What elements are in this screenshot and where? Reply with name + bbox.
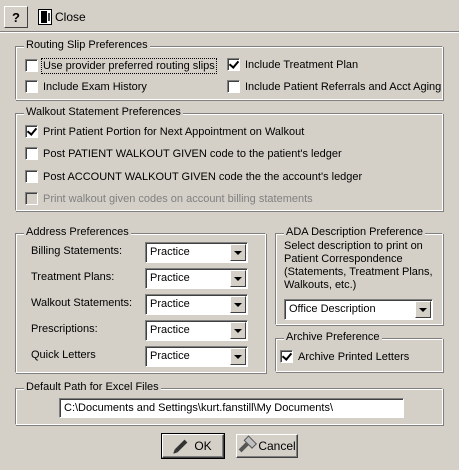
use-provider-routing-checkbox[interactable]: Use provider preferred routing slips [25,57,217,74]
ada-description-value: Office Description [289,303,376,315]
close-label: Close [55,10,86,24]
treatment-plans-label: Treatment Plans: [31,271,115,283]
include-exam-history-box[interactable] [25,80,38,93]
ada-description-select[interactable]: Office Description [284,299,433,320]
prescriptions-select[interactable]: Practice [145,320,248,341]
include-referrals-box[interactable] [227,80,240,93]
help-button[interactable]: ? [4,6,28,28]
billing-statements-label: Billing Statements: [31,245,123,257]
print-walkout-codes-label: Print walkout given codes on account bil… [43,192,313,205]
address-title: Address Preferences [24,226,131,238]
billing-statements-value: Practice [150,246,190,258]
ok-label: OK [194,439,212,453]
quick-letters-label: Quick Letters [31,349,96,361]
routing-slip-group: Routing Slip Preferences Use provider pr… [15,39,443,100]
print-patient-portion-box[interactable] [25,125,38,138]
walkout-title: Walkout Statement Preferences [24,106,183,118]
include-exam-history-checkbox[interactable]: Include Exam History [25,80,147,93]
cancel-button[interactable]: Cancel [236,434,298,458]
ok-button[interactable]: OK [161,433,225,459]
help-icon: ? [12,9,20,25]
close-button[interactable]: Close [38,6,86,28]
print-walkout-codes-checkbox: Print walkout given codes on account bil… [25,192,313,205]
archive-printed-letters-checkbox[interactable]: Archive Printed Letters [280,350,409,363]
quick-letters-select[interactable]: Practice [145,346,248,367]
walkout-statements-label: Walkout Statements: [31,297,133,309]
include-referrals-label: Include Patient Referrals and Acct Aging [245,80,442,93]
address-group: Address Preferences Billing Statements: … [15,226,266,373]
chevron-down-icon[interactable] [230,244,246,261]
include-treatment-plan-checkbox[interactable]: Include Treatment Plan [227,58,358,71]
walkout-group: Walkout Statement Preferences Print Pati… [15,106,443,211]
ada-description-group: ADA Description Preference Select descri… [275,226,443,325]
ada-description-text: Select description to print on Patient C… [284,240,433,291]
post-patient-walkout-label: Post PATIENT WALKOUT GIVEN code to the p… [43,147,342,160]
treatment-plans-select[interactable]: Practice [145,268,248,289]
include-treatment-plan-label: Include Treatment Plan [245,58,359,71]
treatment-plans-value: Practice [150,272,190,284]
include-exam-history-label: Include Exam History [43,80,147,93]
print-walkout-codes-box [25,192,38,205]
include-referrals-checkbox[interactable]: Include Patient Referrals and Acct Aging [227,80,441,93]
archive-printed-letters-label: Archive Printed Letters [298,350,410,363]
chevron-down-icon[interactable] [415,301,431,318]
toolbar-separator [0,31,459,33]
chevron-down-icon[interactable] [230,296,246,313]
post-account-walkout-checkbox[interactable]: Post ACCOUNT WALKOUT GIVEN code the the … [25,170,362,183]
post-patient-walkout-checkbox[interactable]: Post PATIENT WALKOUT GIVEN code to the p… [25,147,342,160]
chevron-down-icon[interactable] [230,348,246,365]
archive-title: Archive Preference [284,331,382,343]
post-patient-walkout-box[interactable] [25,147,38,160]
toolbar: ? Close [0,0,459,30]
cancel-icon [238,439,252,453]
pencil-icon [174,439,188,453]
excel-path-group: Default Path for Excel Files C:\Document… [15,381,443,425]
use-provider-routing-box[interactable] [25,59,38,72]
exit-door-icon [38,9,52,25]
post-account-walkout-box[interactable] [25,170,38,183]
chevron-down-icon[interactable] [230,322,246,339]
print-patient-portion-label: Print Patient Portion for Next Appointme… [43,125,305,138]
billing-statements-select[interactable]: Practice [145,242,248,263]
prescriptions-label: Prescriptions: [31,323,98,335]
excel-path-input[interactable]: C:\Documents and Settings\kurt.fanstill\… [59,398,404,418]
archive-group: Archive Preference Archive Printed Lette… [275,331,443,372]
routing-slip-title: Routing Slip Preferences [24,39,150,51]
ada-description-title: ADA Description Preference [284,226,425,238]
print-patient-portion-checkbox[interactable]: Print Patient Portion for Next Appointme… [25,125,304,138]
quick-letters-value: Practice [150,350,190,362]
include-treatment-plan-box[interactable] [227,58,240,71]
archive-printed-letters-box[interactable] [280,350,293,363]
prescriptions-value: Practice [150,324,190,336]
excel-path-title: Default Path for Excel Files [24,381,161,393]
use-provider-routing-label: Use provider preferred routing slips [41,57,217,74]
cancel-label: Cancel [258,439,296,453]
post-account-walkout-label: Post ACCOUNT WALKOUT GIVEN code the the … [43,170,363,183]
walkout-statements-value: Practice [150,298,190,310]
walkout-statements-select[interactable]: Practice [145,294,248,315]
chevron-down-icon[interactable] [230,270,246,287]
